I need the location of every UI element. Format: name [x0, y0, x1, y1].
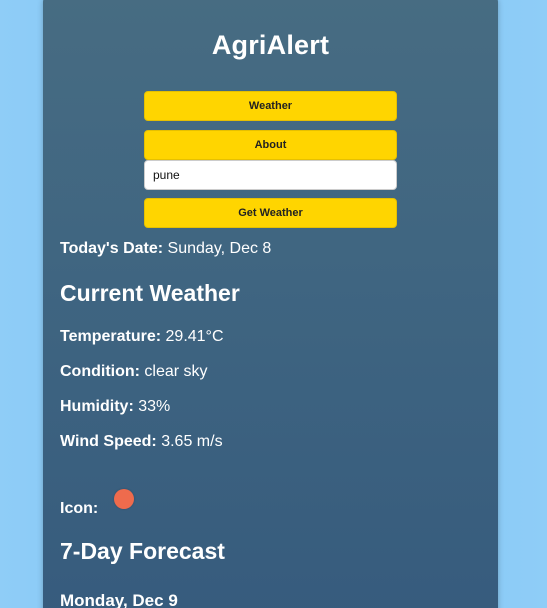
wind-speed-value: 3.65 m/s [161, 433, 223, 450]
city-search-input[interactable] [144, 160, 397, 190]
app-title: AgriAlert [211, 30, 330, 60]
about-nav-button[interactable]: About [144, 130, 397, 160]
get-weather-button[interactable]: Get Weather [144, 198, 397, 228]
condition-label: Condition: [60, 363, 140, 380]
icon-row: Icon: [60, 500, 98, 518]
todays-date-row: Today's Date: Sunday, Dec 8 [60, 240, 271, 258]
humidity-value: 33% [138, 398, 171, 415]
icon-label: Icon: [60, 500, 99, 517]
weather-nav-button[interactable]: Weather [144, 91, 397, 121]
sun-icon [114, 489, 134, 509]
humidity-label: Humidity: [60, 398, 134, 415]
temperature-row: Temperature: 29.41°C [60, 328, 224, 346]
temperature-label: Temperature: [60, 328, 162, 345]
weather-card: AgriAlert Weather About Get Weather Toda… [43, 0, 498, 608]
temperature-value: 29.41°C [165, 328, 224, 345]
condition-value: clear sky [144, 363, 208, 380]
condition-row: Condition: clear sky [60, 363, 208, 381]
forecast-day-heading: Monday, Dec 9 [60, 591, 178, 608]
todays-date-label: Today's Date: [60, 240, 164, 257]
humidity-row: Humidity: 33% [60, 398, 170, 416]
wind-speed-row: Wind Speed: 3.65 m/s [60, 433, 223, 451]
todays-date-value: Sunday, Dec 8 [167, 240, 272, 257]
forecast-heading: 7-Day Forecast [60, 538, 225, 564]
wind-speed-label: Wind Speed: [60, 433, 157, 450]
current-weather-heading: Current Weather [60, 280, 240, 306]
